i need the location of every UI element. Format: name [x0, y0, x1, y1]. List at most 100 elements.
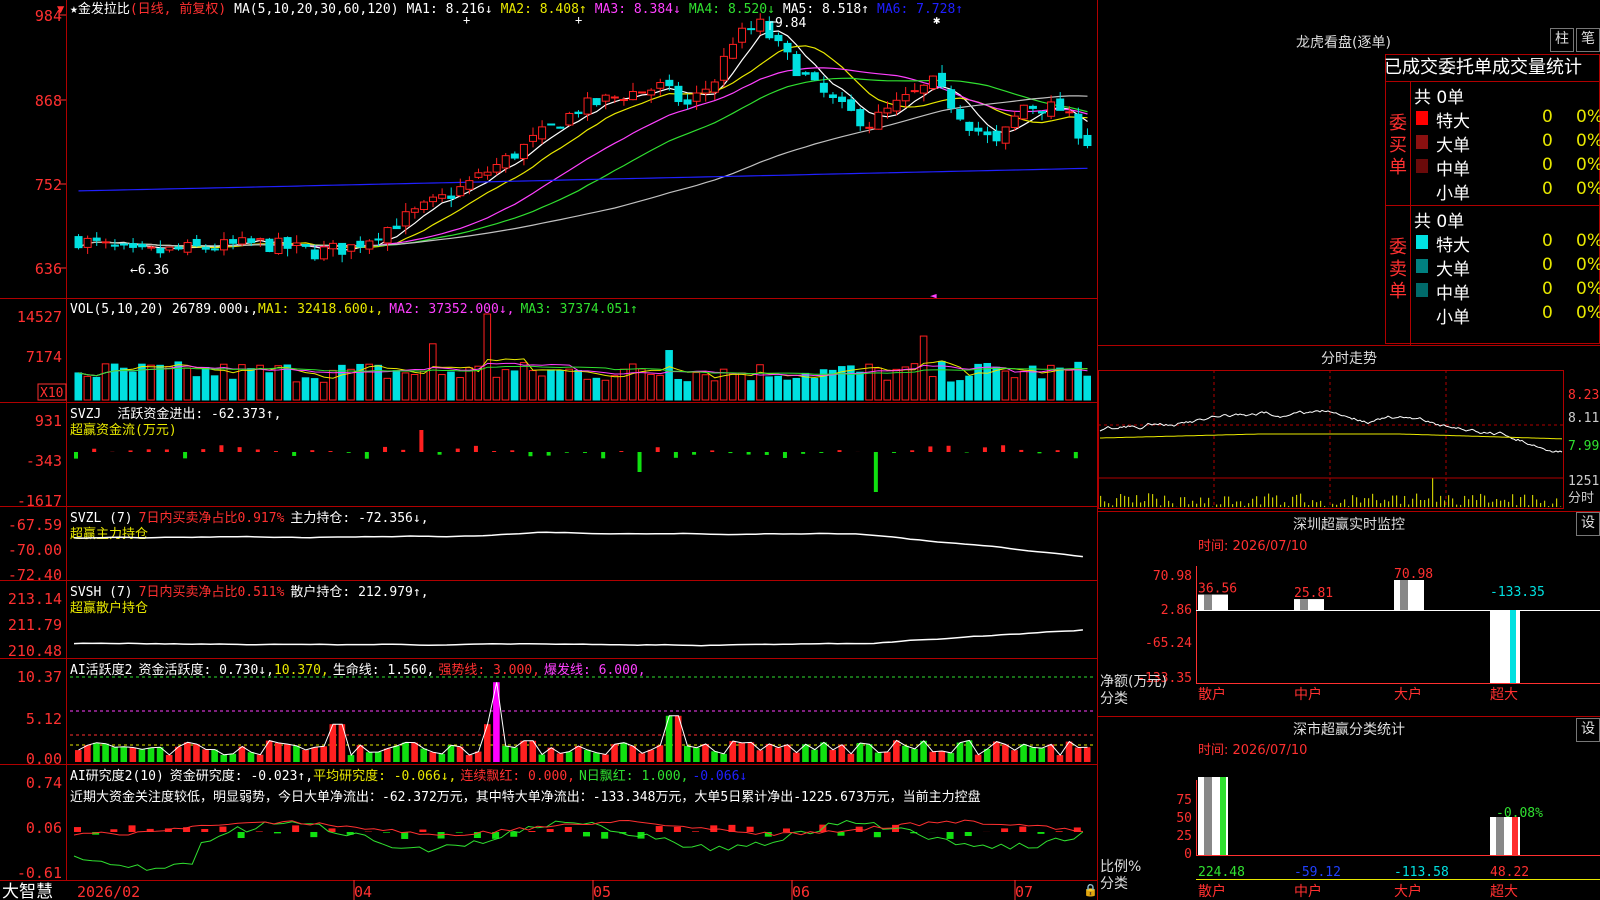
svzj-bar: [237, 447, 242, 452]
ai1-bar: [465, 754, 473, 762]
ai1-bar: [111, 747, 118, 762]
ai1-bar: [247, 752, 255, 762]
vol-bar: [592, 377, 601, 401]
vol-bar: [883, 379, 892, 401]
ai1-bar: [229, 753, 237, 762]
vol-bar: [583, 378, 592, 401]
fenshi-vol-bar: [1560, 506, 1562, 507]
ai1-bar: [202, 749, 209, 762]
kline-chart-area[interactable]: 984 868 752 636 ▼ ★金发拉比(日线, 前复权) MA(5,10,…: [0, 0, 1098, 900]
fenshi-vol-bar: [1424, 500, 1426, 507]
fenshi-vol-bar: [1476, 500, 1478, 507]
ai1-bar: [565, 751, 573, 762]
lhb-swatch: [1416, 111, 1428, 125]
svzj-bar: [964, 452, 969, 453]
ai2-bar: [201, 828, 209, 832]
vol-bar: [928, 376, 937, 401]
monitor-chart: 时间: 2026/07/10 70.98 2.86 -65.24 -133.35…: [1100, 539, 1600, 707]
svzj-bar: [74, 452, 78, 459]
fenshi-vol-bar: [1356, 497, 1358, 507]
candle-body: [447, 195, 456, 199]
svg-text:-1617: -1617: [17, 492, 62, 510]
ai1-bar: [274, 742, 282, 762]
vol-bar: [919, 335, 928, 401]
lhb-title: 龙虎看盘(逐单): [1296, 35, 1391, 51]
fenshi-vol-bar: [1528, 505, 1530, 507]
candle-body: [747, 28, 756, 31]
candle-body: [674, 85, 683, 103]
vol-bar: [574, 370, 582, 401]
monitor-bar: [1198, 594, 1228, 610]
vol-bar: [747, 380, 755, 401]
down-arrow-icon[interactable]: ▼: [57, 2, 65, 16]
candle-body: [229, 239, 238, 244]
bar-mode-button[interactable]: 柱: [1550, 28, 1574, 52]
vol-bar: [438, 374, 446, 401]
vol-bar: [1001, 370, 1010, 401]
classify-settings-button[interactable]: 设: [1576, 718, 1600, 742]
lock-icon[interactable]: 🔒: [1083, 883, 1098, 897]
svzj-bar: [383, 446, 388, 452]
svzj-bar: [546, 452, 551, 456]
classify-bar: [1198, 777, 1228, 855]
lhb-swatch: [1416, 159, 1428, 173]
candle-body: [529, 134, 538, 142]
candle-body: [119, 243, 128, 246]
ai2-bar: [237, 832, 245, 839]
candle-body: [574, 111, 583, 115]
ai1-bar: [84, 745, 91, 762]
fenshi-vol-bar: [1264, 496, 1266, 507]
ai2-bar: [873, 832, 881, 838]
lhb-row: 大单 0 0%: [1414, 255, 1600, 280]
vol-bar: [183, 367, 192, 401]
candle-body: [1047, 101, 1056, 117]
lhb-row-name: 中单: [1436, 160, 1470, 180]
vol-bar: [556, 369, 564, 401]
candle-body: [165, 246, 174, 251]
ai1-bar: [438, 753, 446, 762]
vol-bar: [247, 368, 255, 401]
monitor-settings-button[interactable]: 设: [1576, 512, 1600, 536]
fenshi-chart[interactable]: 8.23 8.11 7.99 1251 分时: [1098, 370, 1600, 510]
vol-bar: [483, 313, 492, 401]
ai1-bar: [129, 747, 137, 762]
classify-value: 48.22: [1490, 865, 1529, 880]
vol-bar: [201, 366, 210, 401]
candle-body: [83, 237, 92, 248]
fenshi-vol-bar: [1332, 503, 1334, 507]
tick-mode-button[interactable]: 笔: [1576, 28, 1600, 52]
lhb-row: 特大 0 0%: [1414, 107, 1600, 132]
ai2-bar: [455, 832, 463, 833]
ai2-bar: [746, 826, 754, 832]
fenshi-vol-bar: [1128, 496, 1130, 507]
fenshi-price-line: [1099, 409, 1563, 453]
fenshi-vol-bar: [1164, 495, 1166, 507]
lhb-row: 大单 0 0%: [1414, 131, 1600, 156]
candle-body: [628, 91, 637, 101]
vol-bar: [937, 360, 946, 401]
ai1-bar: [165, 754, 173, 762]
candle-body: [265, 238, 274, 252]
ai2-bar: [1001, 828, 1009, 832]
fenshi-vol-bar: [1236, 501, 1238, 507]
candle-body: [738, 27, 747, 43]
ai2-bar: [401, 832, 409, 839]
fenshi-vol-bar: [1460, 504, 1462, 507]
ai1-bar: [220, 754, 228, 762]
classify-class-label: 分类: [1100, 876, 1128, 892]
lhb-row: 中单 0 0%: [1414, 279, 1600, 304]
svzj-bar: [310, 450, 315, 452]
ai1-bar: [874, 752, 882, 762]
vol-bars: [74, 313, 1092, 401]
vol-bar: [1019, 370, 1028, 401]
fenshi-vol-bar: [1248, 503, 1250, 507]
svg-text:0.00: 0.00: [26, 750, 62, 768]
fenshi-vol-bar: [1316, 502, 1318, 507]
candle-body: [138, 243, 147, 248]
vol-bar: [392, 370, 401, 401]
candle-body: [583, 97, 592, 115]
svzj-bar: [292, 452, 297, 456]
svzj-bar: [328, 451, 333, 452]
fenshi-vol-bar: [1456, 504, 1458, 507]
svg-text:07: 07: [1015, 883, 1033, 900]
